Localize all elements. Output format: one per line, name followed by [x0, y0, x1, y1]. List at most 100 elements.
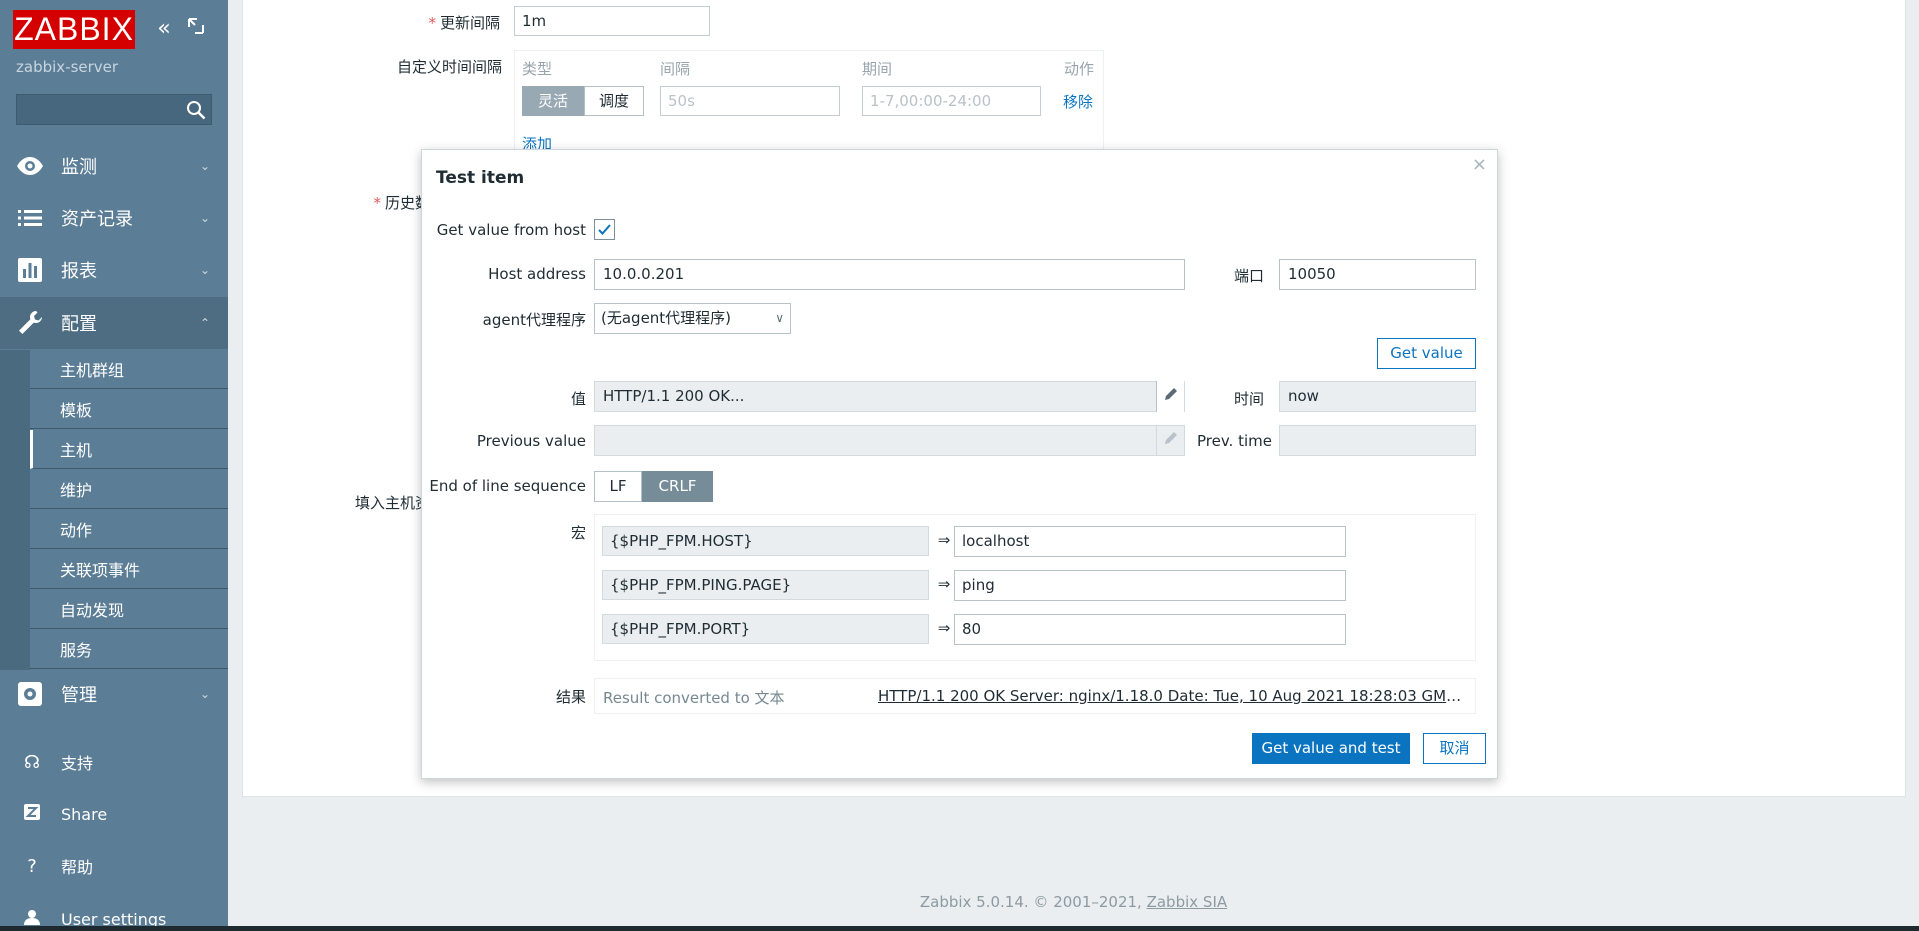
menu-inventory[interactable]: 资产记录 ⌄: [0, 192, 228, 244]
chevron-up-icon: ⌃: [199, 316, 210, 330]
get-value-and-test-button[interactable]: Get value and test: [1252, 733, 1410, 764]
macros-label: 宏: [570, 524, 586, 542]
checkmark-icon: [598, 224, 611, 235]
share-link[interactable]: Share: [0, 794, 228, 834]
help-link[interactable]: ? 帮助: [0, 846, 228, 886]
port-label: 端口: [1234, 267, 1265, 285]
server-name: zabbix-server: [16, 58, 119, 76]
get-value-button[interactable]: Get value: [1377, 338, 1476, 369]
type-flexible-button[interactable]: 灵活: [522, 86, 584, 116]
menu-monitoring-label: 监测: [61, 157, 97, 178]
menu-administration[interactable]: 管理 ⌄: [0, 668, 228, 720]
dialog-title: Test item: [436, 168, 525, 188]
gear-icon: [16, 680, 44, 708]
close-icon[interactable]: ×: [1472, 154, 1487, 175]
period-input[interactable]: 1-7,00:00-24:00: [862, 86, 1041, 116]
menu-inventory-label: 资产记录: [61, 209, 133, 230]
result-label: 结果: [555, 688, 586, 706]
previous-value-label: Previous value: [476, 432, 586, 450]
chevron-down-icon: ⌄: [199, 687, 210, 701]
kiosk-mode-icon[interactable]: [185, 17, 207, 41]
share-label: Share: [61, 804, 108, 824]
menu-reports-label: 报表: [61, 261, 97, 282]
eye-icon: [16, 152, 44, 180]
inventory-label: 填入主机资: [354, 494, 430, 512]
type-scheduling-button[interactable]: 调度: [584, 86, 644, 116]
menu-configuration-label: 配置: [61, 314, 97, 335]
port-input[interactable]: 10050: [1279, 259, 1476, 290]
menu-configuration[interactable]: 配置 ⌃: [0, 297, 228, 349]
headset-icon: ☊: [24, 751, 40, 773]
custom-intervals-label: 自定义时间间隔: [396, 58, 502, 76]
history-label: * 历史数: [373, 194, 430, 212]
sidebar: ZABBIX « zabbix-server 监测 ⌄ 资产记录 ⌄ 报表 ⌄ …: [0, 0, 228, 931]
menu-administration-label: 管理: [61, 685, 97, 706]
remove-interval-link[interactable]: 移除: [1063, 91, 1093, 112]
zabbix-logo[interactable]: ZABBIX: [13, 10, 135, 49]
arrow-icon: ⇒: [937, 531, 951, 549]
value-field: HTTP/1.1 200 OK...: [594, 381, 1185, 412]
chevron-down-icon: ⌄: [199, 211, 210, 225]
submenu-actions[interactable]: 动作: [30, 510, 228, 549]
list-icon: [16, 204, 44, 232]
macro-name: {$PHP_FPM.PING.PAGE}: [602, 570, 929, 600]
proxy-select-value: (无agent代理程序): [601, 309, 732, 327]
arrow-icon: ⇒: [937, 619, 951, 637]
result-field: Result converted to 文本 HTTP/1.1 200 OK S…: [594, 678, 1476, 714]
submenu-hosts[interactable]: 主机: [30, 430, 228, 469]
chevron-down-icon: ⌄: [199, 263, 210, 277]
macro-value-input[interactable]: ping: [954, 570, 1346, 601]
taskbar-strip: [0, 926, 1919, 931]
cancel-button[interactable]: 取消: [1423, 733, 1486, 764]
menu-reports[interactable]: 报表 ⌄: [0, 244, 228, 296]
time-field: now: [1279, 381, 1476, 412]
proxy-select[interactable]: (无agent代理程序) ∨: [594, 303, 791, 334]
prev-time-label: Prev. time: [1197, 432, 1272, 450]
footer-copyright: Zabbix 5.0.14. © 2001–2021,: [919, 893, 1142, 911]
share-z-icon: [22, 803, 42, 825]
edit-previous-value-icon: [1156, 425, 1184, 456]
update-interval-label: * 更新间隔: [428, 14, 500, 32]
support-link[interactable]: ☊ 支持: [0, 742, 228, 782]
interval-input[interactable]: 50s: [660, 86, 840, 116]
submenu-maintenance[interactable]: 维护: [30, 470, 228, 509]
submenu-templates[interactable]: 模板: [30, 390, 228, 429]
edit-value-icon[interactable]: [1156, 381, 1184, 412]
eol-label: End of line sequence: [429, 477, 586, 495]
submenu-services[interactable]: 服务: [30, 630, 228, 669]
collapse-sidebar-icon[interactable]: «: [153, 17, 175, 41]
submenu-event-correlation[interactable]: 关联项事件: [30, 550, 228, 589]
update-interval-input[interactable]: 1m: [514, 6, 710, 36]
submenu-discovery[interactable]: 自动发现: [30, 590, 228, 629]
search-icon[interactable]: [186, 100, 206, 120]
eol-crlf-button[interactable]: CRLF: [642, 471, 713, 502]
get-value-from-host-checkbox[interactable]: [594, 219, 615, 240]
wrench-icon: [16, 309, 44, 337]
arrow-icon: ⇒: [937, 575, 951, 593]
time-label: 时间: [1234, 390, 1265, 408]
submenu-indent: [0, 350, 30, 670]
col-action-header: 动作: [1064, 60, 1095, 78]
previous-value-field: [594, 425, 1185, 456]
question-icon: ?: [27, 855, 37, 877]
host-address-input[interactable]: 10.0.0.201: [594, 259, 1185, 290]
macro-name: {$PHP_FPM.HOST}: [602, 526, 929, 556]
chevron-down-icon: ∨: [775, 311, 784, 325]
eol-lf-button[interactable]: LF: [594, 471, 642, 502]
submenu-host-groups[interactable]: 主机群组: [30, 350, 228, 389]
host-address-label: Host address: [488, 265, 586, 283]
chevron-down-icon: ⌄: [199, 159, 210, 173]
macro-value-input[interactable]: 80: [954, 614, 1346, 645]
col-period-header: 期间: [862, 60, 893, 78]
macro-value-input[interactable]: localhost: [954, 526, 1346, 557]
get-value-from-host-label: Get value from host: [436, 221, 586, 239]
macro-name: {$PHP_FPM.PORT}: [602, 614, 929, 644]
value-label: 值: [570, 390, 586, 408]
test-item-dialog: Test item × Get value from host Host add…: [421, 149, 1498, 779]
result-value-link[interactable]: HTTP/1.1 200 OK Server: nginx/1.18.0 Dat…: [878, 687, 1468, 705]
col-type-header: 类型: [522, 60, 553, 78]
footer-zabbix-link[interactable]: Zabbix SIA: [1147, 893, 1228, 911]
sidebar-search-input[interactable]: [16, 94, 212, 125]
footer: Zabbix 5.0.14. © 2001–2021, Zabbix SIA: [228, 893, 1919, 911]
menu-monitoring[interactable]: 监测 ⌄: [0, 140, 228, 192]
